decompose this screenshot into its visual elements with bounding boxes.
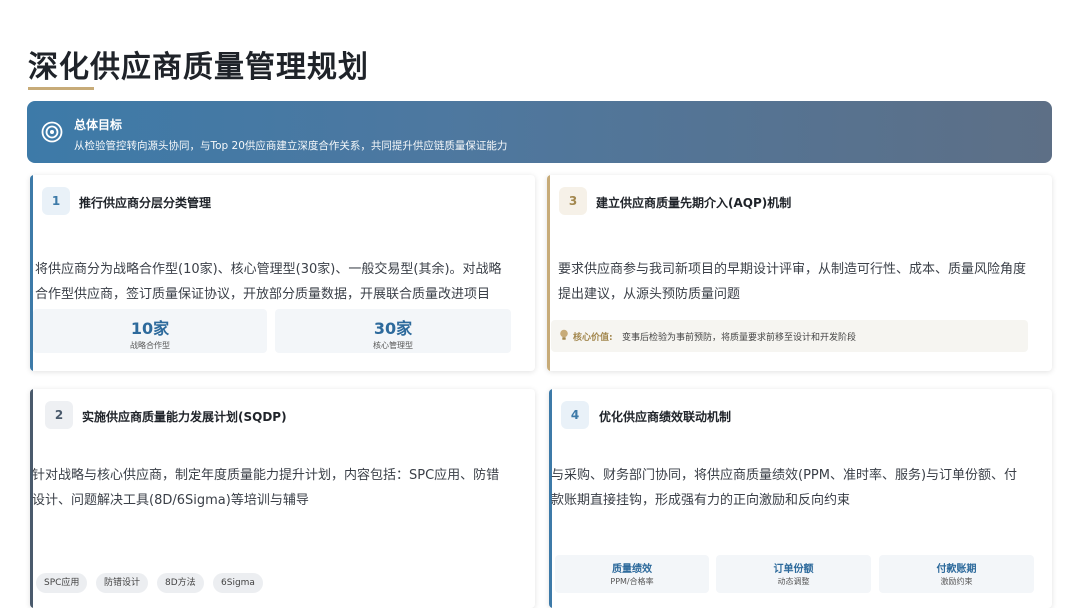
metric-title: 订单份额 bbox=[773, 564, 814, 575]
card-body-line: 款账期直接挂钩，形成强有力的正向激励和反向约束 bbox=[551, 493, 851, 508]
card-body-line: 设计、问题解决工具(8D/6Sigma)等培训与辅导 bbox=[32, 493, 309, 508]
tag-error-proofing: 防错设计 bbox=[96, 573, 149, 593]
note-text: 变事后检验为事前预防，将质量要求前移至设计和开发阶段 bbox=[622, 333, 857, 343]
core-value-note: 核心价值: 变事后检验为事前预防，将质量要求前移至设计和开发阶段 bbox=[551, 320, 1028, 352]
card-body: 针对战略与核心供应商，制定年度质量能力提升计划，内容包括：SPC应用、防错 设计… bbox=[32, 463, 532, 513]
card-sqdp: 2 实施供应商质量能力发展计划(SQDP) 针对战略与核心供应商，制定年度质量能… bbox=[30, 389, 535, 608]
metric-title: 质量绩效 bbox=[612, 564, 652, 575]
card-aqp: 3 建立供应商质量先期介入(AQP)机制 要求供应商参与我司新项目的早期设计评审… bbox=[547, 175, 1052, 371]
metric-label: 动态调整 bbox=[777, 577, 810, 586]
card-title: 推行供应商分层分类管理 bbox=[79, 196, 212, 210]
stat-core: 30家 核心管理型 bbox=[275, 309, 511, 353]
goal-banner: 总体目标 从检验管控转向源头协同，与Top 20供应商建立深度合作关系，共同提升… bbox=[27, 101, 1052, 163]
card-body-line: 针对战略与核心供应商，制定年度质量能力提升计划，内容包括：SPC应用、防错 bbox=[32, 468, 500, 483]
banner-title: 总体目标 bbox=[74, 118, 123, 132]
card-title: 建立供应商质量先期介入(AQP)机制 bbox=[596, 196, 792, 210]
card-body-line: 与采购、财务部门协同，将供应商质量绩效(PPM、准时率、服务)与订单份额、付 bbox=[551, 468, 1018, 483]
card-number: 4 bbox=[561, 401, 589, 429]
metric-payment-terms: 付款账期 激励约束 bbox=[879, 555, 1034, 593]
metric-quality: 质量绩效 PPM/合格率 bbox=[555, 555, 709, 593]
card-number: 1 bbox=[42, 187, 70, 215]
banner-description: 从检验管控转向源头协同，与Top 20供应商建立深度合作关系，共同提升供应链质量… bbox=[74, 140, 508, 152]
stat-label: 战略合作型 bbox=[130, 341, 170, 350]
tag-6sigma: 6Sigma bbox=[213, 573, 263, 593]
card-body-line: 提出建议，从源头预防质量问题 bbox=[558, 287, 741, 302]
stat-label: 核心管理型 bbox=[373, 341, 413, 350]
target-icon bbox=[41, 121, 63, 143]
card-body-line: 合作型供应商，签订质量保证协议，开放部分质量数据，开展联合质量改进项目 bbox=[35, 287, 491, 302]
metric-label: 激励约束 bbox=[940, 577, 973, 586]
page-title: 深化供应商质量管理规划 bbox=[28, 50, 369, 85]
card-body-line: 将供应商分为战略合作型(10家)、核心管理型(30家)、一般交易型(其余)。对战… bbox=[35, 262, 502, 277]
stat-value: 30家 bbox=[373, 319, 413, 338]
card-accent-bar bbox=[547, 175, 550, 371]
card-body: 要求供应商参与我司新项目的早期设计评审，从制造可行性、成本、质量风险角度 提出建… bbox=[558, 257, 1048, 307]
card-title: 实施供应商质量能力发展计划(SQDP) bbox=[82, 410, 287, 424]
card-title: 优化供应商绩效联动机制 bbox=[599, 410, 732, 424]
card-body: 将供应商分为战略合作型(10家)、核心管理型(30家)、一般交易型(其余)。对战… bbox=[35, 257, 535, 307]
card-supplier-tiering: 1 推行供应商分层分类管理 将供应商分为战略合作型(10家)、核心管理型(30家… bbox=[30, 175, 535, 371]
card-performance-linkage: 4 优化供应商绩效联动机制 与采购、财务部门协同，将供应商质量绩效(PPM、准时… bbox=[549, 389, 1052, 608]
card-number: 3 bbox=[559, 187, 587, 215]
card-number: 2 bbox=[45, 401, 73, 429]
card-body-line: 要求供应商参与我司新项目的早期设计评审，从制造可行性、成本、质量风险角度 bbox=[558, 262, 1027, 277]
tag-spc: SPC应用 bbox=[36, 573, 88, 593]
tag-8d: 8D方法 bbox=[157, 573, 204, 593]
card-body: 与采购、财务部门协同，将供应商质量绩效(PPM、准时率、服务)与订单份额、付 款… bbox=[551, 463, 1049, 513]
note-key: 核心价值: bbox=[573, 333, 613, 343]
stat-strategic: 10家 战略合作型 bbox=[33, 309, 267, 353]
title-underline bbox=[28, 87, 94, 90]
lightbulb-icon bbox=[560, 329, 568, 340]
metric-label: PPM/合格率 bbox=[610, 577, 654, 586]
metric-title: 付款账期 bbox=[936, 564, 977, 575]
stat-value: 10家 bbox=[130, 319, 170, 338]
metric-order-share: 订单份额 动态调整 bbox=[716, 555, 871, 593]
